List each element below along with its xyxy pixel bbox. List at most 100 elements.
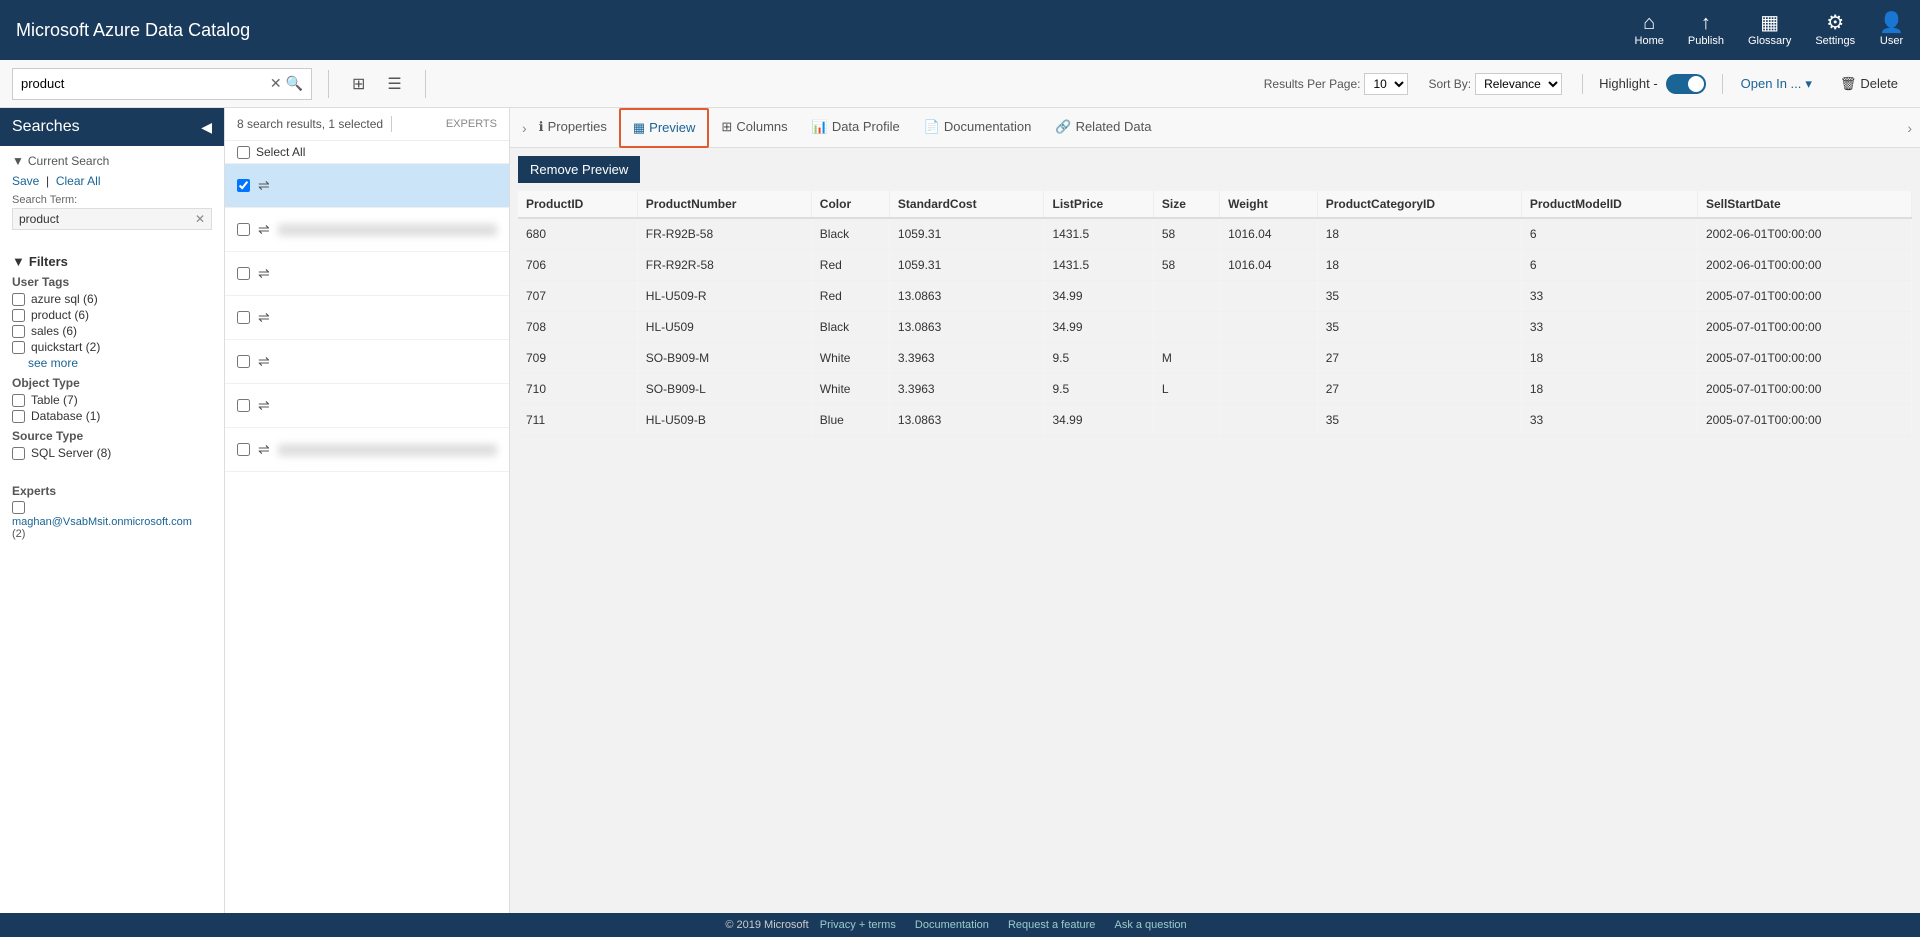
grid-view-button[interactable]: ⊞ [345, 69, 372, 99]
footer: © 2019 Microsoft Privacy + terms Documen… [0, 913, 1920, 937]
table-icon-7: ⇌ [258, 441, 270, 458]
select-all-checkbox[interactable] [237, 146, 250, 159]
result-checkbox-5[interactable] [237, 355, 250, 368]
filter-label-table[interactable]: Table (7) [31, 393, 78, 407]
filter-checkbox-quickstart[interactable] [12, 341, 25, 354]
table-cell-productnumber: FR-R92B-58 [637, 218, 811, 250]
source-type-label: Source Type [12, 429, 212, 443]
results-per-page-select[interactable]: 10 25 50 [1364, 73, 1408, 95]
nav-home[interactable]: ⌂ Home [1635, 13, 1664, 47]
filter-checkbox-table[interactable] [12, 394, 25, 407]
list-view-button[interactable]: ☰ [380, 69, 408, 99]
delete-icon: 🗑 [1840, 76, 1857, 92]
search-term-label: Search Term: [12, 194, 212, 206]
sort-by-section: Sort By: Relevance Name Date [1428, 73, 1562, 95]
clear-search-link[interactable]: Clear All [56, 174, 101, 188]
highlight-toggle[interactable] [1666, 74, 1706, 94]
search-input[interactable] [21, 76, 270, 91]
result-item-6[interactable]: ⇌ [225, 384, 509, 428]
footer-feature-link[interactable]: Request a feature [1008, 919, 1095, 931]
result-checkbox-6[interactable] [237, 399, 250, 412]
table-cell-productmodelid: 33 [1521, 312, 1697, 343]
table-cell-standardcost: 13.0863 [889, 405, 1044, 436]
select-all-label[interactable]: Select All [256, 145, 305, 159]
table-row: 707HL-U509-RRed13.086334.9935332005-07-0… [518, 281, 1912, 312]
filters-toggle[interactable]: ▼ Filters [12, 254, 212, 269]
footer-privacy-link[interactable]: Privacy + terms [820, 919, 896, 931]
tab-related-data[interactable]: 🔗 Related Data [1043, 108, 1163, 148]
data-profile-icon: 📊 [812, 119, 828, 135]
footer-documentation-link[interactable]: Documentation [915, 919, 989, 931]
tab-data-profile[interactable]: 📊 Data Profile [800, 108, 912, 148]
see-more-tags-link[interactable]: see more [28, 356, 212, 370]
nav-icons: ⌂ Home ↑ Publish ▦ Glossary ⚙ Settings 👤… [1635, 13, 1904, 47]
table-cell-listprice: 34.99 [1044, 405, 1153, 436]
table-row: 680FR-R92B-58Black1059.311431.5581016.04… [518, 218, 1912, 250]
table-cell-size[interactable]: M [1153, 343, 1219, 374]
filter-checkbox-azure-sql[interactable] [12, 293, 25, 306]
filter-label-sql-server[interactable]: SQL Server (8) [31, 446, 111, 460]
table-icon-2: ⇌ [258, 221, 270, 238]
tab-preview[interactable]: ▦ Preview [619, 108, 710, 148]
tab-documentation[interactable]: 📄 Documentation [912, 108, 1044, 148]
result-checkbox-4[interactable] [237, 311, 250, 324]
result-item-4[interactable]: ⇌ [225, 296, 509, 340]
result-item-5[interactable]: ⇌ [225, 340, 509, 384]
table-cell-productid: 711 [518, 405, 637, 436]
search-clear-button[interactable]: ✕ [270, 75, 282, 92]
filter-item-product: product (6) [12, 308, 212, 322]
search-submit-button[interactable]: 🔍 [286, 75, 303, 92]
table-cell-productmodelid: 18 [1521, 343, 1697, 374]
results-panel: 8 search results, 1 selected EXPERTS Sel… [225, 108, 510, 913]
result-item-1[interactable]: ⇌ [225, 164, 509, 208]
result-checkbox-7[interactable] [237, 443, 250, 456]
table-cell-sellstartdate: 2005-07-01T00:00:00 [1697, 281, 1911, 312]
tab-columns[interactable]: ⊞ Columns [709, 108, 799, 148]
save-search-link[interactable]: Save [12, 174, 39, 188]
table-cell-color: White [811, 374, 889, 405]
tabs-scroll-right-button[interactable]: › [1907, 120, 1912, 136]
filter-label-product[interactable]: product (6) [31, 308, 89, 322]
nav-publish[interactable]: ↑ Publish [1688, 13, 1724, 47]
table-cell-productid: 706 [518, 250, 637, 281]
filter-item-azure-sql: azure sql (6) [12, 292, 212, 306]
result-checkbox-3[interactable] [237, 267, 250, 280]
sidebar-title: Searches [12, 118, 80, 136]
filters-section: ▼ Filters User Tags azure sql (6) produc… [0, 238, 224, 470]
detail-tabs: › ℹ Properties ▦ Preview ⊞ Columns 📊 Dat… [510, 108, 1920, 148]
filter-item-sales: sales (6) [12, 324, 212, 338]
table-cell-sellstartdate: 2005-07-01T00:00:00 [1697, 374, 1911, 405]
filter-checkbox-expert[interactable] [12, 501, 25, 514]
sidebar-collapse-button[interactable]: ◀ [201, 119, 212, 136]
filter-label-azure-sql[interactable]: azure sql (6) [31, 292, 98, 306]
result-checkbox-2[interactable] [237, 223, 250, 236]
delete-button[interactable]: 🗑 Delete [1830, 72, 1908, 96]
result-item-3[interactable]: ⇌ [225, 252, 509, 296]
nav-settings[interactable]: ⚙ Settings [1815, 13, 1855, 47]
result-checkbox-1[interactable] [237, 179, 250, 192]
results-summary-row: 8 search results, 1 selected EXPERTS [225, 108, 509, 141]
table-cell-sellstartdate: 2005-07-01T00:00:00 [1697, 405, 1911, 436]
remove-preview-button[interactable]: Remove Preview [518, 156, 640, 183]
nav-glossary[interactable]: ▦ Glossary [1748, 13, 1791, 47]
current-search-chevron-icon: ▼ [12, 154, 24, 168]
sort-by-select[interactable]: Relevance Name Date [1475, 73, 1562, 95]
open-in-button[interactable]: Open In ... ▾ [1731, 72, 1822, 96]
current-search-toggle[interactable]: ▼ Current Search [12, 154, 212, 168]
filter-label-quickstart[interactable]: quickstart (2) [31, 340, 100, 354]
expert-email: maghan@VsabMsit.onmicrosoft.com [12, 516, 212, 528]
tab-properties[interactable]: ℹ Properties [527, 108, 619, 148]
remove-search-term-button[interactable]: ✕ [195, 212, 205, 226]
filter-checkbox-sales[interactable] [12, 325, 25, 338]
result-item-7[interactable]: ⇌ [225, 428, 509, 472]
result-item-2[interactable]: ⇌ [225, 208, 509, 252]
table-cell-size[interactable]: L [1153, 374, 1219, 405]
filter-label-sales[interactable]: sales (6) [31, 324, 77, 338]
filter-checkbox-sql-server[interactable] [12, 447, 25, 460]
filter-label-database[interactable]: Database (1) [31, 409, 100, 423]
nav-user[interactable]: 👤 User [1879, 13, 1904, 47]
sidebar: Searches ◀ ▼ Current Search Save | Clear… [0, 108, 225, 913]
filter-checkbox-database[interactable] [12, 410, 25, 423]
footer-question-link[interactable]: Ask a question [1114, 919, 1186, 931]
filter-checkbox-product[interactable] [12, 309, 25, 322]
